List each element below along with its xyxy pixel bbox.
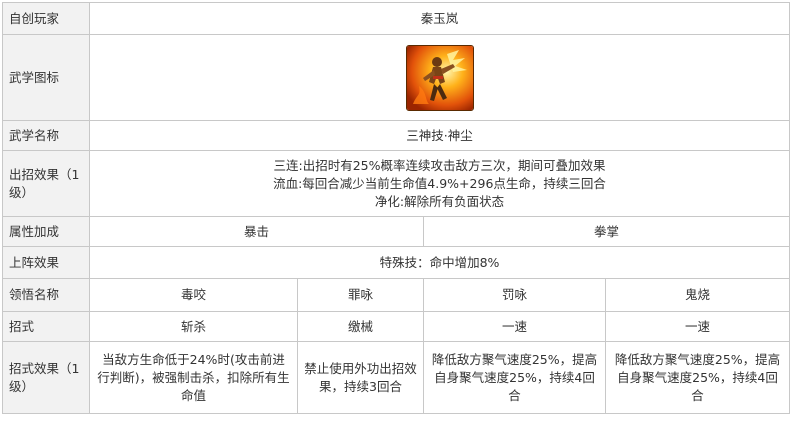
- move-value: 缴械: [297, 311, 424, 342]
- insight-value: 罚咏: [423, 278, 606, 312]
- row-move: 招式 斩杀 缴械 一速 一速: [2, 311, 791, 342]
- row-insight: 领悟名称 毒咬 罪咏 罚咏 鬼烧: [2, 278, 791, 312]
- formation-label: 上阵效果: [2, 246, 90, 279]
- insight-value: 罪咏: [297, 278, 424, 312]
- move-value: 一速: [423, 311, 606, 342]
- move-effect-label: 招式效果（1级）: [2, 341, 90, 414]
- effect-value: 三连:出招时有25%概率连续攻击敌方三次，期间可叠加效果 流血:每回合减少当前生…: [88, 150, 791, 217]
- effect-line: 净化:解除所有负面状态: [374, 193, 505, 209]
- row-icon: 武学图标: [2, 34, 791, 121]
- icon-label: 武学图标: [2, 34, 90, 121]
- move-effect-value: 禁止使用外功出招效果，持续3回合: [297, 341, 424, 414]
- move-label: 招式: [2, 311, 90, 342]
- row-attribute: 属性加成 暴击 拳掌: [2, 216, 791, 247]
- row-player: 自创玩家 秦玉岚: [2, 2, 791, 35]
- effect-line: 流血:每回合减少当前生命值4.9%+296点生命，持续三回合: [273, 175, 606, 191]
- move-value: 一速: [604, 311, 791, 342]
- row-move-effect: 招式效果（1级） 当敌方生命低于24%时(攻击前进行判断)，被强制击杀，扣除所有…: [2, 341, 791, 414]
- row-effect: 出招效果（1级） 三连:出招时有25%概率连续攻击敌方三次，期间可叠加效果 流血…: [2, 150, 791, 217]
- effect-line: 三连:出招时有25%概率连续攻击敌方三次，期间可叠加效果: [273, 157, 606, 173]
- insight-label: 领悟名称: [2, 278, 90, 312]
- attribute-value: 暴击: [89, 216, 424, 247]
- attribute-label: 属性加成: [2, 216, 90, 247]
- icon-cell: [88, 34, 791, 121]
- effect-label: 出招效果（1级）: [2, 150, 90, 217]
- skill-name-value: 三神技·神尘: [88, 120, 791, 151]
- player-label: 自创玩家: [2, 2, 90, 35]
- player-value: 秦玉岚: [88, 2, 791, 35]
- row-formation: 上阵效果 特殊技：命中增加8%: [2, 246, 791, 279]
- formation-value: 特殊技：命中增加8%: [88, 246, 791, 279]
- skill-name-label: 武学名称: [2, 120, 90, 151]
- move-effect-value: 当敌方生命低于24%时(攻击前进行判断)，被强制击杀，扣除所有生命值: [89, 341, 298, 414]
- insight-value: 鬼烧: [604, 278, 791, 312]
- attribute-value: 拳掌: [422, 216, 791, 247]
- move-effect-value: 降低敌方聚气速度25%，提高自身聚气速度25%，持续4回合: [604, 341, 791, 414]
- row-skill-name: 武学名称 三神技·神尘: [2, 120, 791, 151]
- skill-info-table: 自创玩家 秦玉岚 武学图标 武学名称 三神技·神尘 出招效果（1级） 三连:出招…: [2, 2, 791, 414]
- fighter-fire-skill-icon: [405, 44, 474, 111]
- move-effect-value: 降低敌方聚气速度25%，提高自身聚气速度25%，持续4回合: [423, 341, 606, 414]
- insight-value: 毒咬: [89, 278, 298, 312]
- move-value: 斩杀: [89, 311, 298, 342]
